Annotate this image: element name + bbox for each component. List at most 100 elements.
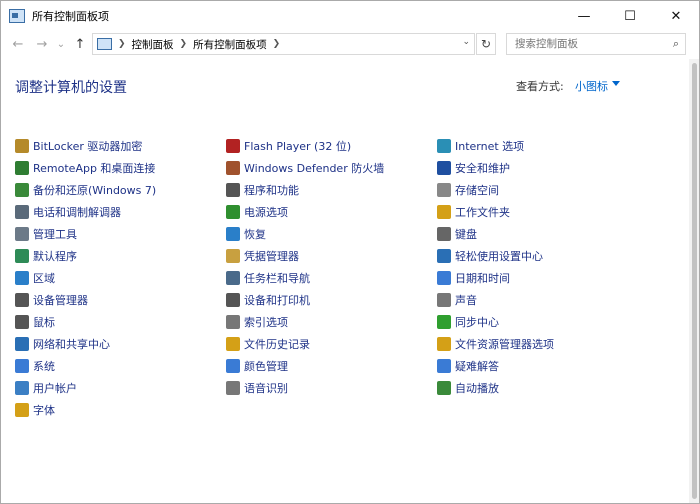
item-label[interactable]: 电话和调制解调器	[33, 204, 121, 220]
control-panel-item[interactable]: 疑难解答	[437, 355, 645, 377]
control-panel-item[interactable]: 颜色管理	[226, 355, 437, 377]
back-arrow-icon[interactable]: ←	[9, 35, 27, 53]
item-label[interactable]: 文件资源管理器选项	[455, 336, 554, 352]
control-panel-item[interactable]: RemoteApp 和桌面连接	[15, 157, 226, 179]
item-label[interactable]: Windows Defender 防火墙	[244, 160, 384, 176]
forward-arrow-icon[interactable]: →	[33, 35, 51, 53]
minimize-button[interactable]: —	[561, 1, 607, 31]
control-panel-window: 所有控制面板项 — ☐ ✕ ← → ⌄ ↑ ❯ 控制面板 ❯ 所有控制面板项 ❯…	[0, 0, 700, 504]
control-panel-item[interactable]: Windows Defender 防火墙	[226, 157, 437, 179]
item-label[interactable]: 默认程序	[33, 248, 77, 264]
item-label[interactable]: 系统	[33, 358, 55, 374]
control-panel-item[interactable]: 索引选项	[226, 311, 437, 333]
item-label[interactable]: 网络和共享中心	[33, 336, 110, 352]
item-label[interactable]: 日期和时间	[455, 270, 510, 286]
speech-icon	[226, 381, 240, 395]
item-label[interactable]: 颜色管理	[244, 358, 288, 374]
control-panel-item[interactable]: 网络和共享中心	[15, 333, 226, 355]
control-panel-item[interactable]: 语音识别	[226, 377, 437, 399]
item-label[interactable]: 疑难解答	[455, 358, 499, 374]
control-panel-item[interactable]: 电话和调制解调器	[15, 201, 226, 223]
chevron-down-icon[interactable]: ⌄	[462, 37, 470, 47]
item-label[interactable]: Internet 选项	[455, 138, 524, 154]
control-panel-item[interactable]: 用户帐户	[15, 377, 226, 399]
control-panel-item[interactable]: 任务栏和导航	[226, 267, 437, 289]
close-button[interactable]: ✕	[653, 1, 699, 31]
breadcrumb-all-items[interactable]: 所有控制面板项	[193, 37, 267, 52]
item-label[interactable]: 自动播放	[455, 380, 499, 396]
item-label[interactable]: 电源选项	[244, 204, 288, 220]
item-label[interactable]: 字体	[33, 402, 55, 418]
control-panel-item[interactable]: 系统	[15, 355, 226, 377]
item-label[interactable]: 键盘	[455, 226, 477, 242]
recent-locations-icon[interactable]: ⌄	[55, 35, 67, 53]
control-panel-item[interactable]: 程序和功能	[226, 179, 437, 201]
control-panel-item[interactable]: 字体	[15, 399, 226, 421]
control-panel-item[interactable]: BitLocker 驱动器加密	[15, 135, 226, 157]
control-panel-item[interactable]: 设备和打印机	[226, 289, 437, 311]
control-panel-item[interactable]: 同步中心	[437, 311, 645, 333]
scroll-thumb[interactable]	[692, 63, 697, 499]
ease-of-access-icon	[437, 249, 451, 263]
control-panel-item[interactable]: Flash Player (32 位)	[226, 135, 437, 157]
up-arrow-icon[interactable]: ↑	[71, 35, 89, 53]
control-panel-item[interactable]: 默认程序	[15, 245, 226, 267]
item-label[interactable]: 备份和还原(Windows 7)	[33, 182, 156, 198]
item-label[interactable]: 任务栏和导航	[244, 270, 310, 286]
item-label[interactable]: 恢复	[244, 226, 266, 242]
control-panel-item[interactable]: 管理工具	[15, 223, 226, 245]
item-label[interactable]: 存储空间	[455, 182, 499, 198]
item-label[interactable]: Flash Player (32 位)	[244, 138, 351, 154]
item-label[interactable]: 文件历史记录	[244, 336, 310, 352]
search-icon[interactable]: ⌕	[673, 37, 679, 51]
control-panel-icon	[9, 9, 25, 23]
item-label[interactable]: 安全和维护	[455, 160, 510, 176]
control-panel-item[interactable]: 设备管理器	[15, 289, 226, 311]
dropdown-arrow-icon[interactable]	[612, 81, 620, 86]
chevron-right-icon[interactable]: ❯	[273, 39, 281, 49]
internet-icon	[437, 139, 451, 153]
control-panel-item[interactable]: 凭据管理器	[226, 245, 437, 267]
item-label[interactable]: 索引选项	[244, 314, 288, 330]
control-panel-item[interactable]: 键盘	[437, 223, 645, 245]
maximize-button[interactable]: ☐	[607, 1, 653, 31]
view-by-dropdown[interactable]: 小图标	[575, 78, 608, 94]
breadcrumb-control-panel[interactable]: 控制面板	[132, 37, 174, 52]
control-panel-item[interactable]: 存储空间	[437, 179, 645, 201]
item-label[interactable]: 工作文件夹	[455, 204, 510, 220]
refresh-icon[interactable]: ↻	[476, 33, 496, 55]
item-label[interactable]: RemoteApp 和桌面连接	[33, 160, 155, 176]
address-bar[interactable]: ❯ 控制面板 ❯ 所有控制面板项 ❯ ⌄	[92, 33, 475, 55]
item-label[interactable]: 凭据管理器	[244, 248, 299, 264]
item-label[interactable]: BitLocker 驱动器加密	[33, 138, 142, 154]
control-panel-item[interactable]: 备份和还原(Windows 7)	[15, 179, 226, 201]
vertical-scrollbar[interactable]	[689, 59, 699, 503]
item-label[interactable]: 设备管理器	[33, 292, 88, 308]
item-label[interactable]: 用户帐户	[33, 380, 77, 396]
control-panel-item[interactable]: 文件历史记录	[226, 333, 437, 355]
control-panel-item[interactable]: 安全和维护	[437, 157, 645, 179]
item-label[interactable]: 鼠标	[33, 314, 55, 330]
control-panel-item[interactable]: 声音	[437, 289, 645, 311]
control-panel-item[interactable]: Internet 选项	[437, 135, 645, 157]
item-label[interactable]: 声音	[455, 292, 477, 308]
control-panel-item[interactable]: 自动播放	[437, 377, 645, 399]
item-label[interactable]: 轻松使用设置中心	[455, 248, 543, 264]
control-panel-item[interactable]: 区域	[15, 267, 226, 289]
control-panel-item[interactable]: 文件资源管理器选项	[437, 333, 645, 355]
item-label[interactable]: 管理工具	[33, 226, 77, 242]
control-panel-item[interactable]: 工作文件夹	[437, 201, 645, 223]
control-panel-item[interactable]: 电源选项	[226, 201, 437, 223]
item-label[interactable]: 设备和打印机	[244, 292, 310, 308]
item-label[interactable]: 区域	[33, 270, 55, 286]
region-icon	[15, 271, 29, 285]
item-label[interactable]: 同步中心	[455, 314, 499, 330]
item-label[interactable]: 语音识别	[244, 380, 288, 396]
item-label[interactable]: 程序和功能	[244, 182, 299, 198]
control-panel-item[interactable]: 轻松使用设置中心	[437, 245, 645, 267]
control-panel-item[interactable]: 日期和时间	[437, 267, 645, 289]
search-input[interactable]	[515, 38, 665, 50]
control-panel-item[interactable]: 恢复	[226, 223, 437, 245]
device-manager-icon	[15, 293, 29, 307]
control-panel-item[interactable]: 鼠标	[15, 311, 226, 333]
